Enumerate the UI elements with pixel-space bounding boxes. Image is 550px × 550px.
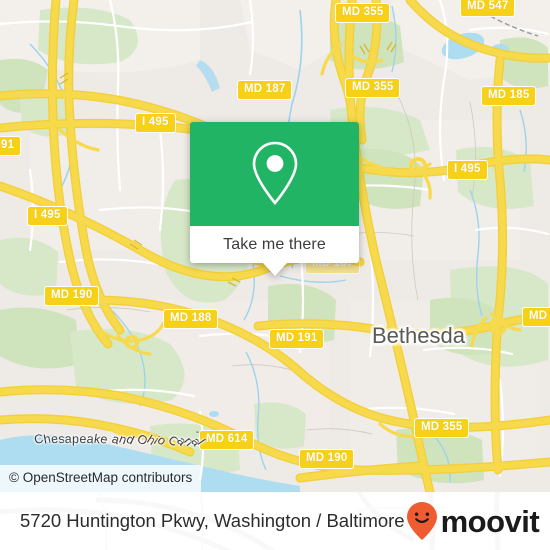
moovit-smiley-pin-icon (406, 502, 437, 540)
road-shield: MD 547 (460, 0, 516, 17)
canal-label: Chesapeake and Ohio Canal (32, 431, 208, 450)
moovit-map-screenshot: .land{fill:#eeeae6;} .green{fill:#d7e8c8… (0, 0, 550, 550)
road-shield: I 495 (27, 206, 68, 226)
take-me-there-button[interactable]: Take me there (190, 226, 359, 276)
road-shield: MD 355 (335, 3, 391, 23)
take-me-there-label: Take me there (223, 235, 326, 253)
location-pin-icon (252, 141, 297, 206)
moovit-logo[interactable]: moovit (405, 501, 540, 541)
road-shield: MD 190 (44, 286, 100, 306)
map-viewport[interactable]: .land{fill:#eeeae6;} .green{fill:#d7e8c8… (0, 0, 550, 492)
road-shield: MD 1 (522, 307, 550, 327)
road-shield: MD 614 (199, 430, 255, 450)
moovit-wordmark: moovit (440, 503, 540, 539)
road-shield: MD 355 (345, 78, 401, 98)
footer-bar: 5720 Huntington Pkwy, Washington / Balti… (0, 492, 550, 550)
road-shield: I 495 (447, 160, 488, 180)
popup-tail (262, 263, 287, 276)
road-shield: MD 187 (237, 80, 293, 100)
road-shield: MD 188 (163, 309, 219, 329)
road-shield: MD 355 (414, 418, 470, 438)
road-shield: MD 185 (481, 86, 537, 106)
popup-icon-area (190, 122, 359, 226)
address-text: 5720 Huntington Pkwy, Washington / Balti… (20, 510, 405, 531)
road-shield: MD 191 (269, 329, 325, 349)
road-shield: I 495 (135, 113, 176, 133)
road-shield: MD 190 (299, 449, 355, 469)
destination-popup-card[interactable]: Take me there (190, 122, 359, 276)
road-shield: 91 (0, 136, 22, 156)
osm-attribution[interactable]: © OpenStreetMap contributors (0, 465, 202, 492)
place-label: Bethesda (372, 323, 465, 348)
